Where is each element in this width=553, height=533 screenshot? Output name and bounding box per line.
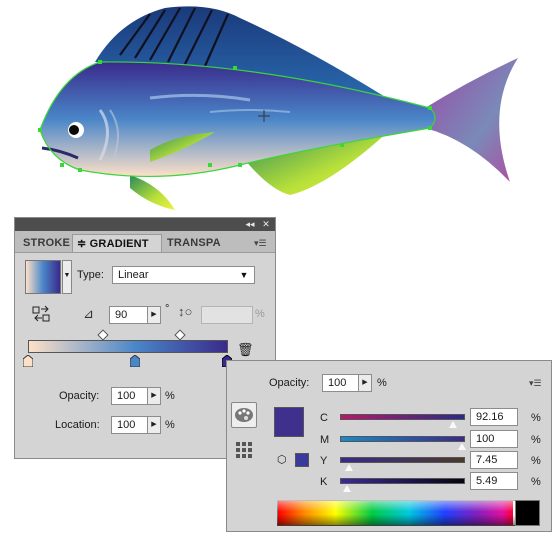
location-input[interactable]: 100 — [111, 416, 149, 434]
tab-gradient[interactable]: ≑ GRADIENT — [72, 234, 162, 252]
channel-c-input[interactable]: 92.16 — [470, 408, 518, 426]
angle-stepper[interactable]: ▶ — [147, 306, 161, 324]
color-opacity-stepper[interactable]: ▶ — [358, 374, 372, 392]
chevron-down-icon[interactable]: ▼ — [236, 266, 252, 284]
channel-c-thumb[interactable] — [448, 420, 458, 428]
close-icon[interactable]: ✕ — [260, 219, 272, 230]
web-safe-color-swatch[interactable] — [295, 453, 309, 467]
channel-y-label: Y — [320, 455, 328, 467]
color-opacity-unit: % — [377, 377, 387, 389]
channel-c-slider[interactable] — [340, 414, 465, 420]
gradient-thumbnail-menu-button[interactable]: ▼ — [62, 260, 72, 294]
selected-color-swatch[interactable] — [274, 407, 304, 437]
out-of-gamut-cube-icon[interactable]: ⬡ — [277, 453, 287, 466]
channel-m-label: M — [320, 434, 330, 446]
panel-menu-icon[interactable]: ▾☰ — [254, 238, 267, 249]
aspect-ratio-input[interactable] — [201, 306, 253, 324]
color-opacity-input[interactable]: 100 — [322, 374, 360, 392]
tab-transparency[interactable]: TRANSPA — [167, 234, 227, 252]
channel-k-thumb[interactable] — [342, 484, 352, 492]
location-stepper[interactable]: ▶ — [147, 416, 161, 434]
location-unit: % — [165, 419, 175, 431]
gradient-thumbnail[interactable] — [25, 260, 61, 294]
type-select[interactable]: Linear — [112, 266, 255, 284]
channel-y-thumb[interactable] — [344, 463, 354, 471]
channel-y-slider[interactable] — [340, 457, 465, 463]
channel-k-unit: % — [531, 476, 541, 488]
opacity-input[interactable]: 100 — [111, 387, 149, 405]
channel-k-label: K — [320, 476, 328, 488]
fish-artwork[interactable] — [0, 0, 553, 225]
color-opacity-label: Opacity: — [269, 377, 310, 389]
opacity-stepper[interactable]: ▶ — [147, 387, 161, 405]
location-label: Location: — [55, 419, 100, 431]
color-palette-icon[interactable] — [231, 402, 257, 428]
midpoint-diamond-2[interactable] — [174, 329, 186, 341]
collapse-icon[interactable]: ◂◂ — [243, 219, 257, 230]
gradient-stop-mid[interactable] — [130, 355, 140, 367]
color-spectrum-bar[interactable] — [277, 500, 540, 526]
channel-k-slider[interactable] — [340, 478, 465, 484]
midpoint-diamond-1[interactable] — [97, 329, 109, 341]
color-panel-menu-icon[interactable]: ▾☰ — [529, 378, 542, 389]
swatches-grid-icon[interactable] — [235, 441, 253, 459]
tail-fin — [425, 58, 518, 182]
color-panel: Opacity: 100 ▶ % ▾☰ ⬡ C 92.16 % M 100 % … — [226, 360, 552, 532]
aspect-ratio-unit: % — [255, 308, 265, 320]
pelvic-fin — [130, 175, 175, 210]
angle-icon: ⊿ — [83, 306, 94, 321]
channel-m-unit: % — [531, 434, 541, 446]
degree-symbol: ° — [165, 303, 170, 315]
channel-y-input[interactable]: 7.45 — [470, 451, 518, 469]
channel-c-label: C — [320, 412, 328, 424]
gradient-slider-bar[interactable] — [28, 340, 228, 353]
channel-m-input[interactable]: 100 — [470, 430, 518, 448]
channel-k-input[interactable]: 5.49 — [470, 472, 518, 490]
trash-icon[interactable]: 🗑 — [237, 342, 254, 358]
panel-tab-row: STROKE ≑ GRADIENT TRANSPA ▾☰ — [15, 231, 275, 253]
channel-y-unit: % — [531, 455, 541, 467]
panel-titlebar[interactable]: ◂◂ ✕ — [15, 218, 275, 231]
channel-c-unit: % — [531, 412, 541, 424]
angle-input[interactable]: 90 — [109, 306, 149, 324]
tab-stroke[interactable]: STROKE — [23, 234, 73, 252]
aspect-ratio-icon: ↕○ — [178, 304, 193, 319]
gradient-stop-start[interactable] — [23, 355, 33, 367]
channel-m-slider[interactable] — [340, 436, 465, 442]
opacity-label: Opacity: — [59, 390, 100, 402]
channel-m-thumb[interactable] — [457, 442, 467, 450]
opacity-unit: % — [165, 390, 175, 402]
type-label: Type: — [77, 269, 104, 281]
reverse-gradient-icon[interactable] — [31, 304, 53, 324]
